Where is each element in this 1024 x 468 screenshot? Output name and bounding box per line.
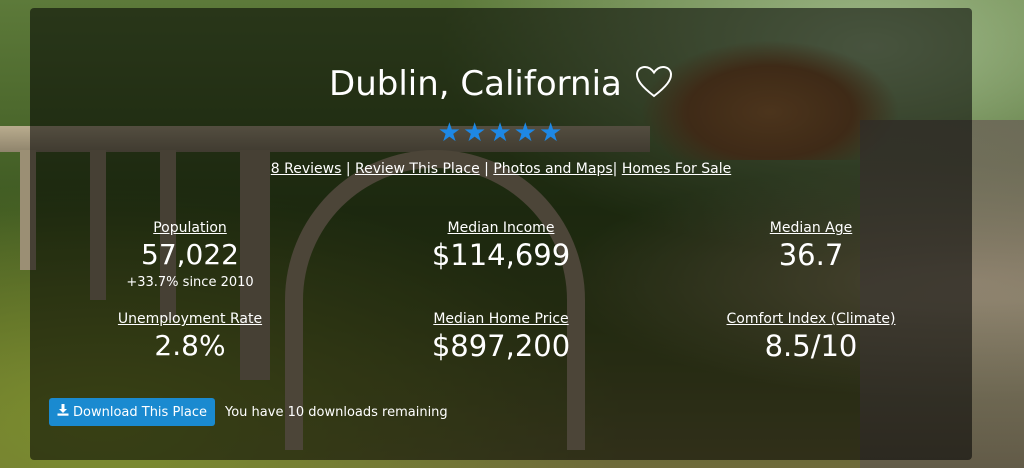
place-overview-card: Dublin, California ★★★★★ 8 Reviews | Rev…: [30, 8, 972, 460]
downloads-remaining-text: You have 10 downloads remaining: [225, 404, 448, 420]
page-title: Dublin, California: [329, 64, 622, 104]
photos-maps-link[interactable]: Photos and Maps: [493, 161, 612, 177]
reviews-link[interactable]: 8 Reviews: [271, 161, 342, 177]
stat-median-income: Median Income $114,699: [371, 220, 631, 272]
star-icon: ★: [437, 118, 464, 148]
median-home-price-value: $897,200: [431, 329, 571, 363]
stat-comfort-index: Comfort Index (Climate) 8.5/10: [681, 311, 941, 363]
stat-unemployment: Unemployment Rate 2.8%: [60, 311, 320, 362]
link-separator: |: [484, 161, 489, 177]
review-this-place-link[interactable]: Review This Place: [355, 161, 480, 177]
median-home-price-label[interactable]: Median Home Price: [371, 311, 631, 327]
star-icon: ★: [513, 118, 539, 148]
stat-population: Population 57,022 +33.7% since 2010: [60, 220, 320, 290]
link-separator: |: [612, 161, 618, 177]
unemployment-label[interactable]: Unemployment Rate: [60, 311, 320, 327]
rating-stars: ★★★★★: [30, 118, 972, 148]
homes-for-sale-link[interactable]: Homes For Sale: [622, 161, 731, 177]
download-icon: [57, 404, 69, 420]
download-button-label: Download This Place: [73, 404, 208, 420]
median-income-value: $114,699: [431, 238, 571, 272]
star-icon: ★: [488, 118, 514, 148]
download-button[interactable]: Download This Place: [49, 398, 216, 426]
population-change: +33.7% since 2010: [126, 275, 254, 290]
stat-median-home-price: Median Home Price $897,200: [371, 311, 631, 363]
comfort-index-value: 8.5/10: [764, 329, 858, 363]
title-row: Dublin, California: [30, 64, 972, 104]
population-label[interactable]: Population: [60, 220, 320, 236]
unemployment-value: 2.8%: [154, 329, 226, 362]
heart-icon[interactable]: [635, 65, 673, 103]
stat-median-age: Median Age 36.7: [681, 220, 941, 272]
population-value: 57,022: [141, 238, 239, 271]
median-age-value: 36.7: [778, 238, 844, 272]
place-links: 8 Reviews | Review This Place | Photos a…: [30, 161, 972, 177]
median-age-label[interactable]: Median Age: [681, 220, 941, 236]
median-income-label[interactable]: Median Income: [371, 220, 631, 236]
comfort-index-label[interactable]: Comfort Index (Climate): [681, 311, 941, 327]
star-icon: ★: [463, 118, 489, 148]
star-icon: ★: [538, 118, 565, 148]
download-row: Download This Place You have 10 download…: [49, 398, 448, 426]
link-separator: |: [345, 161, 351, 177]
